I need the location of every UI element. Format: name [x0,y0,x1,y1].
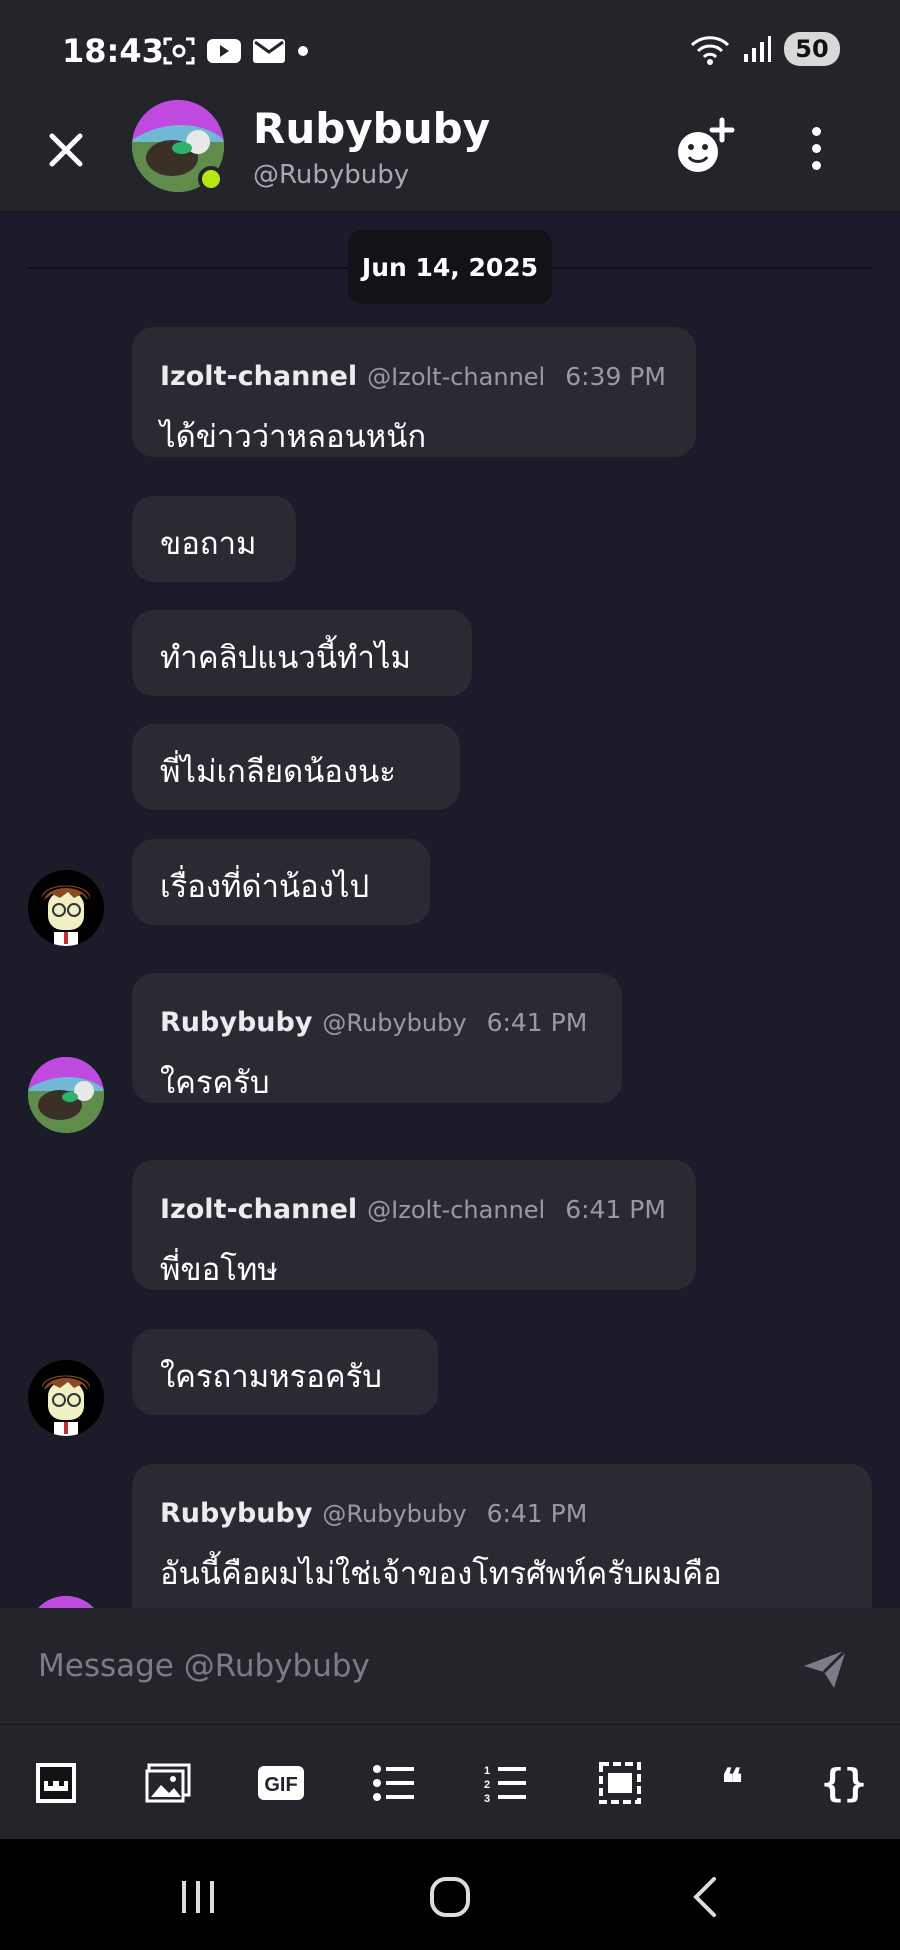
message-bubble[interactable]: พี่ไม่เกลียดน้องนะ [132,724,460,810]
recent-apps-icon [182,1881,214,1913]
home-button[interactable] [420,1867,480,1927]
message-bubble[interactable]: ทำคลิปแนวนี้ทำไม [132,610,472,696]
quote-icon: ❝ [721,1759,743,1807]
add-friend-button[interactable] [672,116,736,180]
android-nav-bar [0,1839,900,1950]
message-text: ใครถามหรอครับ [160,1359,382,1395]
youtube-icon [207,39,241,63]
message-text: เรื่องที่ด่าน้องไป [160,869,370,905]
wifi-icon [690,36,730,65]
message-bubble[interactable]: Rubybuby @Rubybuby 6:41 PM อันนี้คือผมไม… [132,1464,872,1608]
message-bubble[interactable]: Izolt-channel @Izolt-channel 6:39 PM ได้… [132,327,696,457]
header-name[interactable]: Rubybuby [253,104,490,153]
message-timestamp: 6:41 PM [565,1195,666,1224]
message-list[interactable]: Jun 14, 2025 Izolt-channel @Izolt-channe… [0,212,900,1608]
more-dot-icon [811,160,821,170]
add-friend-icon [678,117,735,172]
message-text: พี่ไม่เกลียดน้องนะ [160,754,396,790]
status-bar: 18:43 50 [0,0,900,100]
signal-icon [744,36,771,62]
message-timestamp: 6:41 PM [486,1499,588,1528]
message-handle: @Rubybuby [322,1500,467,1528]
recent-apps-button[interactable] [168,1867,228,1927]
gif-button[interactable]: GIF [255,1757,307,1809]
svg-text:3: 3 [484,1793,490,1803]
message-bubble[interactable]: เรื่องที่ด่าน้องไป [132,839,430,925]
message-text: อันนี้คือผมไม่ใช่เจ้าของโทรศัพท์ครับผมคื… [160,1556,722,1592]
mail-icon [253,39,285,63]
status-time: 18:43 [62,32,164,70]
bulleted-list-button[interactable] [368,1757,420,1809]
status-system-icons: 50 [690,32,840,66]
close-button[interactable] [40,124,92,176]
message-username[interactable]: Izolt-channel [160,1194,357,1225]
dot-icon [298,46,308,56]
format-toolbar: GIF 1 2 3 ❝ {} [0,1724,900,1839]
dm-header: Rubybuby @Rubybuby [0,100,900,212]
screenshot-icon [163,37,195,65]
send-button[interactable] [800,1644,850,1694]
svg-text:2: 2 [484,1779,490,1791]
message-username[interactable]: Rubybuby [160,1498,312,1529]
message-header: Izolt-channel @Izolt-channel 6:39 PM [160,361,666,392]
svg-text:GIF: GIF [264,1774,297,1796]
emoji-button[interactable] [30,1757,82,1809]
battery-indicator: 50 [784,32,840,66]
image-icon [145,1763,191,1803]
message-text: ใครครับ [160,1065,270,1101]
message-handle: @Izolt-channel [367,363,546,391]
quote-button[interactable]: ❝ [706,1757,758,1809]
message-handle: @Rubybuby [322,1009,467,1037]
emoji-picker-icon [36,1763,76,1803]
online-status-indicator [198,166,224,192]
message-text: ขอถาม [160,526,257,562]
date-divider: Jun 14, 2025 [348,230,552,304]
avatar-izolt[interactable] [28,870,104,946]
message-username[interactable]: Izolt-channel [160,361,357,392]
header-avatar[interactable] [132,100,224,192]
avatar-izolt[interactable] [28,1360,104,1436]
svg-text:1: 1 [484,1765,490,1777]
avatar-rubybuby[interactable] [28,1596,104,1608]
message-text: ได้ข่าวว่าหลอนหนัก [160,419,427,455]
message-header: Rubybuby @Rubybuby 6:41 PM [160,1007,587,1038]
header-handle: @Rubybuby [253,160,410,190]
message-header: Rubybuby @Rubybuby 6:41 PM [160,1498,587,1529]
close-icon [49,133,83,167]
message-timestamp: 6:39 PM [565,362,666,391]
gif-icon: GIF [258,1766,304,1800]
message-bubble[interactable]: ใครถามหรอครับ [132,1329,438,1415]
message-username[interactable]: Rubybuby [160,1007,312,1038]
numbered-list-button[interactable]: 1 2 3 [480,1757,532,1809]
numbered-list-icon: 1 2 3 [484,1765,526,1803]
message-bubble[interactable]: ขอถาม [132,496,296,582]
back-button[interactable] [676,1867,736,1927]
code-block-button[interactable]: {} [818,1757,870,1809]
send-icon [804,1648,848,1688]
message-handle: @Izolt-channel [367,1196,546,1224]
message-timestamp: 6:41 PM [486,1008,588,1037]
more-dot-icon [811,143,821,153]
message-input[interactable] [0,1608,780,1724]
spoiler-button[interactable] [594,1757,646,1809]
bulleted-list-icon [373,1765,414,1801]
back-icon [693,1877,716,1917]
message-text: ทำคลิปแนวนี้ทำไม [160,640,411,676]
status-notification-icons [162,36,310,66]
more-dot-icon [811,126,821,136]
message-bubble[interactable]: Rubybuby @Rubybuby 6:41 PM ใครครับ [132,973,622,1103]
message-composer [0,1608,900,1724]
code-block-icon: {} [821,1761,867,1805]
message-bubble[interactable]: Izolt-channel @Izolt-channel 6:41 PM พี่… [132,1160,696,1290]
message-text: พี่ขอโทษ [160,1252,278,1288]
message-header: Izolt-channel @Izolt-channel 6:41 PM [160,1194,666,1225]
more-options-button[interactable] [800,118,832,178]
spoiler-icon [599,1762,641,1804]
image-button[interactable] [142,1757,194,1809]
home-icon [430,1877,470,1917]
avatar-rubybuby[interactable] [28,1057,104,1133]
